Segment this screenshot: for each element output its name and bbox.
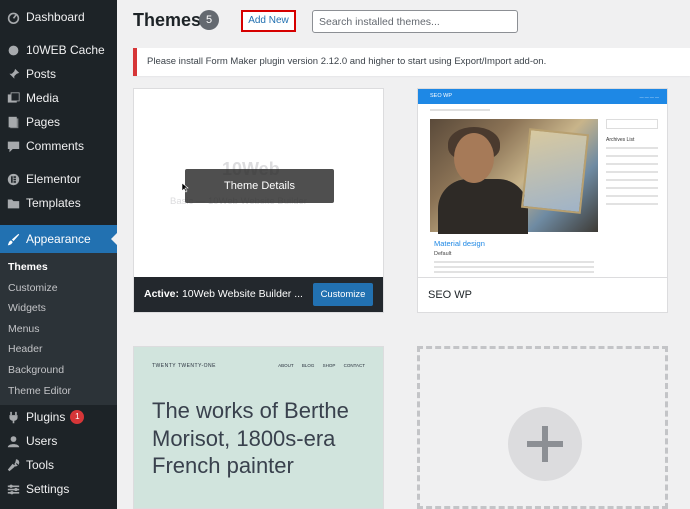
media-icon — [6, 91, 20, 105]
sidebar-item-appearance[interactable]: Appearance — [0, 225, 117, 253]
submenu-item-customize[interactable]: Customize — [0, 278, 117, 299]
theme-details-button[interactable]: Theme Details — [185, 169, 334, 203]
preview-widget-title: Archives List — [606, 137, 635, 143]
theme-card-twenty-twenty-one[interactable]: TWENTY TWENTY-ONE ABOUT BLOG SHOP CONTAC… — [133, 346, 384, 509]
sidebar-item-dashboard[interactable]: Dashboard — [0, 5, 117, 29]
plugin-notice: Please install Form Maker plugin version… — [133, 48, 690, 76]
sidebar-item-label: Tools — [26, 458, 55, 473]
theme-card-seo-wp[interactable]: SEO WP — — — — Material design Default A… — [417, 88, 668, 313]
submenu-item-themes[interactable]: Themes — [0, 257, 117, 278]
preview-photo — [430, 119, 598, 234]
folder-icon — [6, 196, 20, 210]
plug-icon — [6, 410, 20, 424]
preview-heading: The works of Berthe Morisot, 1800s-era F… — [152, 398, 349, 478]
active-prefix: Active: — [144, 288, 180, 300]
dashboard-icon — [6, 10, 20, 24]
sidebar-item-label: Media — [26, 91, 59, 105]
mouse-cursor-icon — [181, 182, 189, 193]
sidebar-item-label: Comments — [26, 139, 85, 153]
plugins-update-badge: 1 — [70, 410, 85, 425]
settings-icon — [6, 482, 20, 496]
plus-icon — [508, 407, 582, 481]
preview-brand: TWENTY TWENTY-ONE — [152, 363, 216, 369]
theme-screenshot[interactable]: SEO WP — — — — Material design Default A… — [418, 89, 667, 277]
sidebar-item-label: Settings — [26, 482, 70, 497]
submenu-item-background[interactable]: Background — [0, 360, 117, 381]
sidebar-item-label: Users — [26, 434, 58, 449]
sidebar-item-templates[interactable]: Templates — [0, 191, 117, 215]
sidebar-item-label: Elementor — [26, 172, 81, 186]
sidebar-item-label: Appearance — [26, 232, 91, 246]
customize-button[interactable]: Customize — [313, 283, 373, 306]
sidebar-item-plugins[interactable]: Plugins 1 — [0, 405, 117, 429]
sidebar-item-comments[interactable]: Comments — [0, 134, 117, 158]
sidebar-item-label: Plugins — [26, 410, 66, 425]
sidebar-item-label: 10WEB Cache — [26, 43, 105, 57]
preview-sidebar: Archives List — [606, 119, 658, 211]
submenu-item-widgets[interactable]: Widgets — [0, 298, 117, 319]
preview-nav-item: BLOG — [301, 363, 315, 368]
preview-post-sub: Default — [434, 251, 452, 257]
search-themes-input[interactable] — [312, 10, 518, 33]
theme-card-footer: Active: 10Web Website Builder ... Custom… — [134, 277, 383, 312]
admin-sidebar: Dashboard 10WEB Cache Posts Media Pages … — [0, 0, 117, 509]
preview-nav-item: ABOUT — [278, 363, 294, 368]
sidebar-item-10web-cache[interactable]: 10WEB Cache — [0, 38, 117, 62]
preview-nav: — — — — — [639, 94, 659, 99]
theme-screenshot[interactable]: 10Web Basic — 10Web Website Builder Them… — [134, 89, 383, 277]
preview-nav-item: SHOP — [322, 363, 336, 368]
page-title: Themes — [133, 10, 202, 30]
wrench-icon — [6, 458, 20, 472]
preview-post-title: Material design — [434, 239, 485, 248]
sidebar-item-pages[interactable]: Pages — [0, 110, 117, 134]
submenu-item-theme-editor[interactable]: Theme Editor — [0, 381, 117, 402]
theme-count-badge: 5 — [199, 10, 219, 30]
preview-nav: ABOUT BLOG SHOP CONTACT — [271, 363, 365, 368]
sidebar-item-media[interactable]: Media — [0, 86, 117, 110]
sidebar-item-tools[interactable]: Tools — [0, 453, 117, 477]
preview-nav-item: CONTACT — [343, 363, 365, 368]
cache-icon — [6, 43, 20, 57]
sidebar-item-posts[interactable]: Posts — [0, 62, 117, 86]
sidebar-item-label: Posts — [26, 67, 57, 81]
add-new-theme-card[interactable] — [417, 346, 668, 509]
sidebar-item-elementor[interactable]: Elementor — [0, 167, 117, 191]
submenu-item-header[interactable]: Header — [0, 339, 117, 360]
users-icon — [6, 434, 20, 448]
elementor-icon — [6, 172, 20, 186]
submenu-item-menus[interactable]: Menus — [0, 319, 117, 340]
sidebar-item-label: Pages — [26, 115, 61, 129]
active-theme-name: 10Web Website Builder ... — [181, 288, 303, 300]
add-new-label: Add New — [248, 15, 289, 26]
theme-name: SEO WP — [418, 277, 667, 312]
add-new-button[interactable]: Add New — [241, 10, 296, 32]
sidebar-item-label: Templates — [26, 196, 81, 210]
brush-icon — [6, 232, 20, 246]
sidebar-item-users[interactable]: Users — [0, 429, 117, 453]
main-content: Themes 5 Add New Please install Form Mak… — [117, 0, 690, 509]
preview-brand: SEO WP — [430, 93, 453, 99]
sidebar-item-settings[interactable]: Settings — [0, 477, 117, 501]
theme-card-active[interactable]: 10Web Basic — 10Web Website Builder Them… — [133, 88, 384, 313]
appearance-submenu: Themes Customize Widgets Menus Header Ba… — [0, 253, 117, 406]
pin-icon — [6, 67, 20, 81]
sidebar-item-label: Dashboard — [26, 10, 85, 24]
comments-icon — [6, 139, 20, 153]
preview-text-lines — [434, 261, 594, 276]
preview-breadcrumb — [430, 109, 490, 111]
pages-icon — [6, 115, 20, 129]
preview-header: SEO WP — — — — — [418, 89, 667, 104]
